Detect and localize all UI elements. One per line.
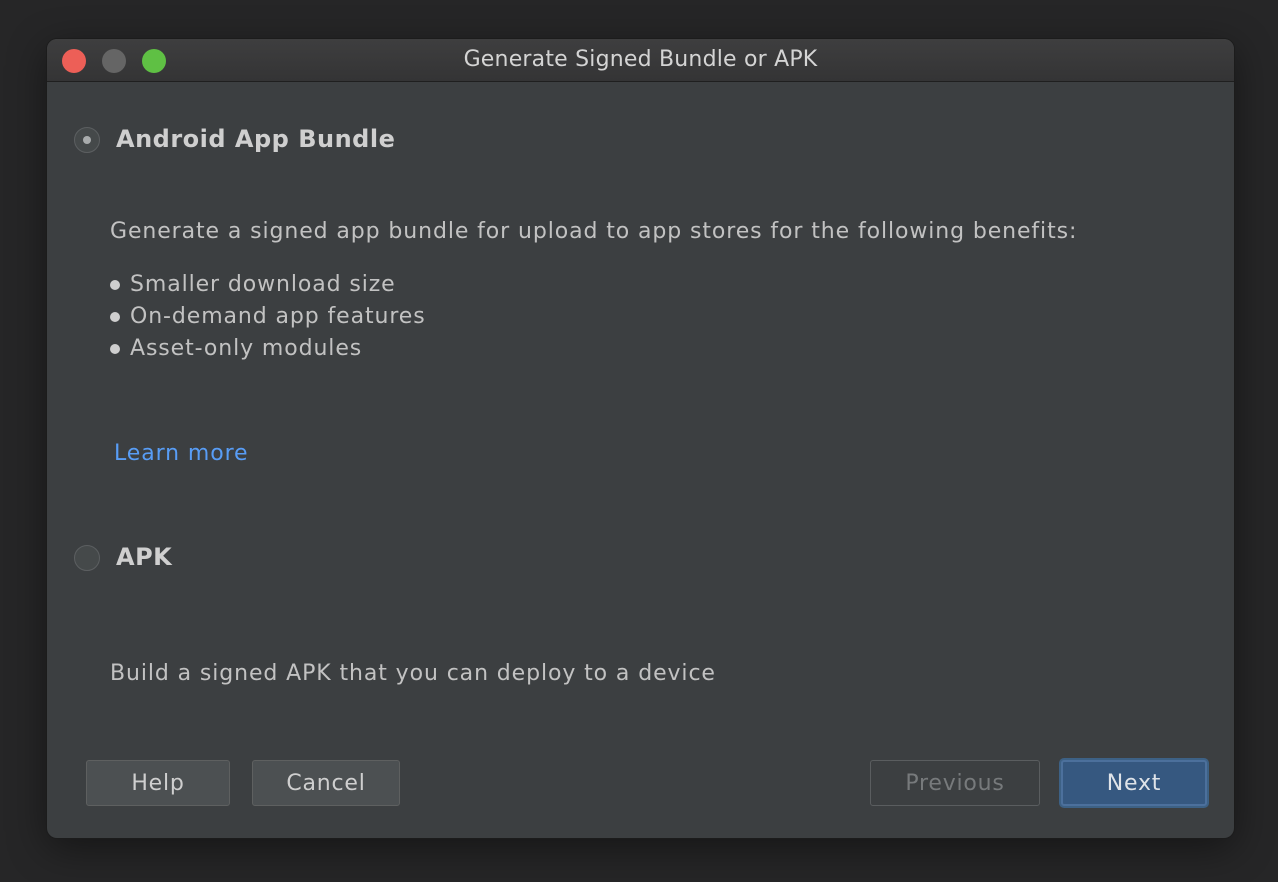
radio-selected-dot xyxy=(83,136,91,144)
apk-label[interactable]: APK xyxy=(116,543,172,571)
title-bar: Generate Signed Bundle or APK xyxy=(47,39,1234,82)
bullet-icon xyxy=(110,280,120,290)
benefit-text: On-demand app features xyxy=(130,304,426,329)
list-item: On-demand app features xyxy=(110,301,426,333)
android-app-bundle-radio[interactable] xyxy=(74,127,100,153)
apk-description: Build a signed APK that you can deploy t… xyxy=(110,661,716,686)
window-title: Generate Signed Bundle or APK xyxy=(463,47,818,72)
bullet-icon xyxy=(110,312,120,322)
benefit-text: Asset-only modules xyxy=(130,336,363,361)
android-app-bundle-label[interactable]: Android App Bundle xyxy=(116,125,395,153)
cancel-button[interactable]: Cancel xyxy=(252,760,400,806)
dialog-window: Generate Signed Bundle or APK Android Ap… xyxy=(47,39,1234,838)
learn-more-link[interactable]: Learn more xyxy=(114,441,248,466)
list-item: Smaller download size xyxy=(110,269,426,301)
apk-radio[interactable] xyxy=(74,545,100,571)
previous-button[interactable]: Previous xyxy=(870,760,1040,806)
benefit-text: Smaller download size xyxy=(130,272,396,297)
next-button[interactable]: Next xyxy=(1061,760,1207,806)
bundle-description: Generate a signed app bundle for upload … xyxy=(110,219,1078,244)
list-item: Asset-only modules xyxy=(110,333,426,365)
bullet-icon xyxy=(110,344,120,354)
bundle-benefits-list: Smaller download size On-demand app feat… xyxy=(110,269,426,365)
help-button[interactable]: Help xyxy=(86,760,230,806)
